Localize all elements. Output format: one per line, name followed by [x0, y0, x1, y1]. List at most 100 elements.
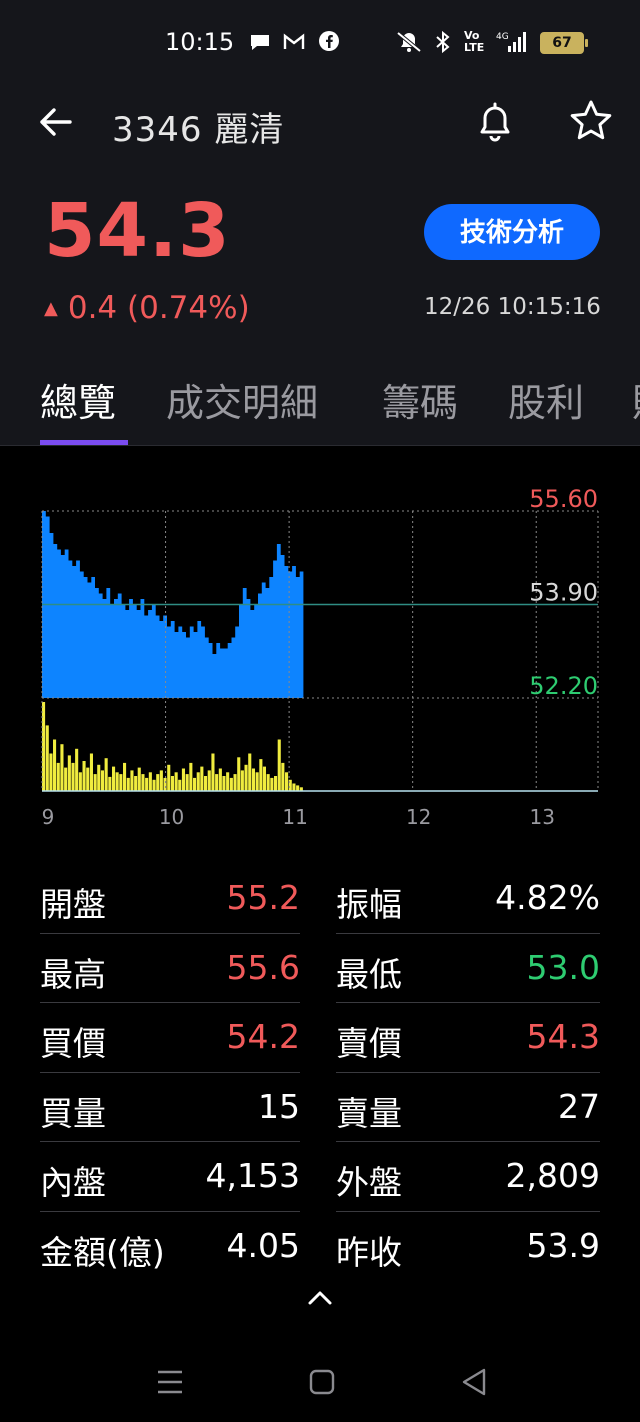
- stats-row: 買價 54.2 賣價 54.3: [40, 1003, 600, 1073]
- intraday-chart[interactable]: 55.60 53.90 52.20 9 10 11 12 13: [0, 470, 640, 840]
- quote-header-panel: 10:15 Vo LTE 4G 67 3346 麗清 54.3 ▲ 0.4 (0…: [0, 0, 640, 446]
- volume-bar: [100, 770, 104, 791]
- volume-bar: [266, 774, 270, 791]
- menu-icon[interactable]: [150, 1362, 190, 1402]
- volume-bar: [193, 777, 197, 791]
- volume-bar: [119, 774, 123, 791]
- volume-bar: [200, 766, 204, 791]
- volume-bar: [274, 776, 278, 791]
- stat-cell: 賣價 54.3: [336, 1003, 600, 1073]
- stat-cell: 開盤 55.2: [40, 864, 300, 934]
- volume-bar: [67, 755, 71, 791]
- volume-bar: [204, 776, 208, 791]
- volume-bar: [49, 753, 53, 791]
- stat-cell: 外盤 2,809: [336, 1142, 600, 1212]
- stat-value: 4.05: [226, 1225, 300, 1265]
- x-axis-label: 11: [282, 805, 307, 829]
- stat-cell: 最高 55.6: [40, 934, 300, 1003]
- volume-bar: [45, 725, 49, 791]
- volte-icon: Vo LTE: [464, 29, 485, 54]
- volume-bar: [115, 772, 119, 791]
- technical-analysis-button[interactable]: 技術分析: [424, 204, 600, 260]
- stats-row: 開盤 55.2 振幅 4.82%: [40, 864, 600, 934]
- stat-label: 振幅: [336, 885, 402, 924]
- tab-trade-details[interactable]: 成交明細: [166, 372, 318, 427]
- bluetooth-icon: [434, 30, 452, 56]
- svg-text:4G: 4G: [496, 32, 509, 42]
- volume-bar: [174, 772, 178, 791]
- tab-more-partial[interactable]: 財: [632, 372, 640, 427]
- volume-bar: [185, 774, 189, 791]
- tab-bar: 總覽 成交明細 籌碼 股利 財: [0, 372, 640, 446]
- volume-bar: [82, 761, 86, 791]
- facebook-icon: [318, 30, 340, 56]
- volume-bar: [237, 757, 241, 791]
- tab-dividends[interactable]: 股利: [508, 372, 584, 427]
- volume-bar: [229, 777, 233, 791]
- volume-bar: [178, 779, 182, 791]
- x-axis-label: 13: [529, 805, 554, 829]
- volume-bar: [167, 764, 171, 791]
- volume-bar: [152, 779, 156, 791]
- volume-bar: [285, 772, 289, 791]
- back-arrow-icon[interactable]: [34, 100, 78, 144]
- volume-bar: [141, 774, 145, 791]
- star-icon[interactable]: [566, 96, 616, 146]
- stat-cell: 內盤 4,153: [40, 1142, 300, 1212]
- stat-value: 4,153: [205, 1156, 300, 1195]
- stat-cell: 金額(億) 4.05: [40, 1212, 300, 1282]
- volume-bar: [244, 764, 248, 791]
- stat-label: 昨收: [336, 1232, 402, 1272]
- tab-overview[interactable]: 總覽: [40, 372, 116, 427]
- active-tab-indicator: [40, 440, 128, 445]
- bell-icon[interactable]: [470, 96, 520, 146]
- volume-bar: [126, 777, 130, 791]
- chevron-up-icon[interactable]: [304, 1282, 336, 1314]
- system-nav-bar: [0, 1336, 640, 1422]
- stat-cell: 賣量 27: [336, 1073, 600, 1142]
- stat-cell: 振幅 4.82%: [336, 864, 600, 934]
- volume-bar: [93, 774, 97, 791]
- y-axis-label: 53.90: [529, 579, 598, 607]
- volume-bar: [148, 772, 152, 791]
- volume-bar: [222, 776, 226, 791]
- stats-table: 開盤 55.2 振幅 4.82% 最高 55.6 最低 53.0 買價 54.2 賣價 54.3 買量 1…: [40, 864, 600, 1281]
- home-icon[interactable]: [302, 1362, 342, 1402]
- volume-bar: [130, 770, 134, 791]
- volume-bar: [53, 739, 57, 791]
- back-icon[interactable]: [454, 1362, 494, 1402]
- volume-bar: [251, 768, 255, 791]
- stats-row: 最高 55.6 最低 53.0: [40, 934, 600, 1003]
- volume-bar: [64, 767, 68, 791]
- stats-row: 金額(億) 4.05 昨收 53.9: [40, 1212, 600, 1282]
- stat-label: 買價: [40, 1024, 106, 1063]
- y-axis-label: 52.20: [529, 672, 598, 700]
- price-change: ▲ 0.4 (0.74%): [44, 290, 250, 326]
- volume-bar: [71, 762, 75, 791]
- volume-bar: [207, 770, 211, 791]
- stat-label: 賣價: [336, 1024, 402, 1063]
- intraday-chart-svg: 55.60 53.90 52.20 9 10 11 12 13: [41, 485, 599, 829]
- status-bar: 10:15 Vo LTE 4G 67: [0, 0, 640, 84]
- tab-chips[interactable]: 籌碼: [382, 372, 458, 427]
- stat-label: 最低: [336, 954, 402, 994]
- stat-value: 54.2: [226, 1017, 300, 1056]
- volume-bar: [78, 772, 82, 791]
- current-price: 54.3: [44, 188, 231, 274]
- stat-value: 15: [258, 1086, 300, 1126]
- stat-cell: 昨收 53.9: [336, 1212, 600, 1282]
- volume-bar: [296, 785, 300, 791]
- volume-bar: [233, 774, 237, 791]
- volume-bar: [259, 759, 263, 791]
- status-time: 10:15: [165, 28, 235, 56]
- volume-bar: [211, 753, 215, 791]
- volume-bar: [240, 770, 244, 791]
- volume-bar: [89, 753, 93, 791]
- volume-bar: [134, 776, 138, 791]
- volume-bar: [189, 762, 193, 791]
- volume-bar: [215, 774, 219, 791]
- battery-indicator: 67: [540, 32, 588, 54]
- volume-bar: [170, 776, 174, 791]
- signal-icon: 4G: [494, 30, 528, 56]
- stat-value: 54.3: [526, 1017, 600, 1056]
